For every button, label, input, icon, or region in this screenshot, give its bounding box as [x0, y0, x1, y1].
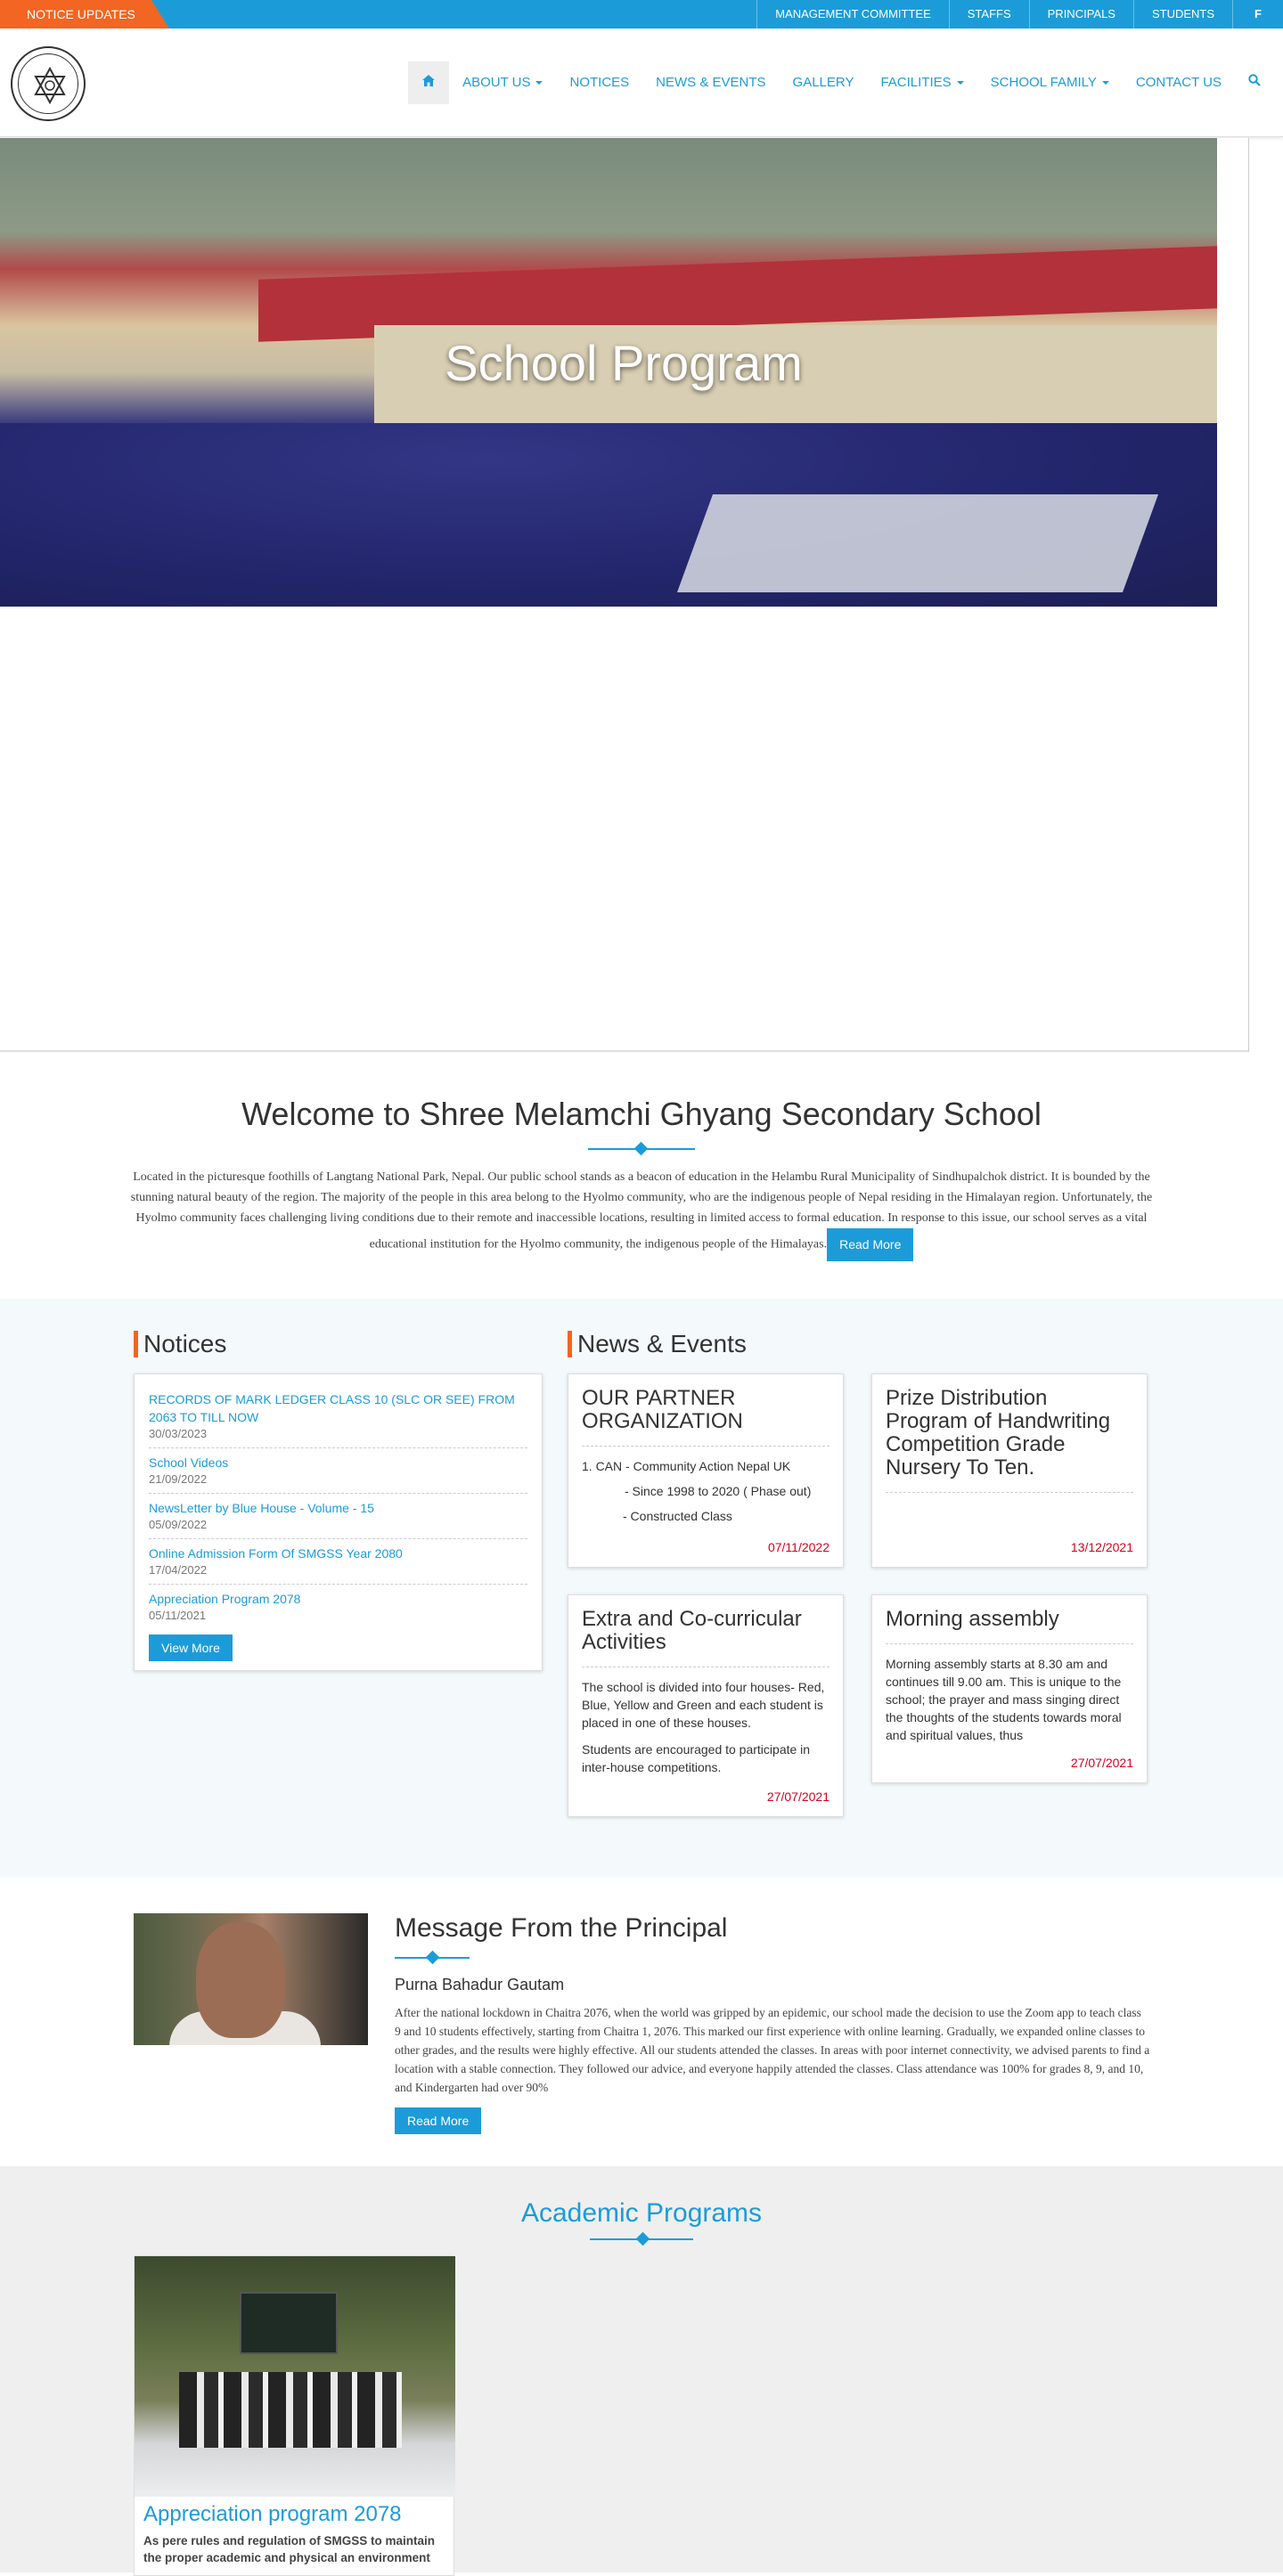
nav-facilities[interactable]: FACILITIES [867, 61, 977, 104]
nav-notices[interactable]: NOTICES [556, 61, 642, 104]
chevron-down-icon [535, 81, 543, 86]
program-image [135, 2256, 455, 2497]
news-card[interactable]: OUR PARTNER ORGANIZATION 1. CAN - Commun… [568, 1374, 844, 1568]
chevron-down-icon [1101, 81, 1109, 86]
news-card-text: Students are encouraged to participate i… [582, 1742, 811, 1774]
notice-updates-tab[interactable]: NOTICE UPDATES [0, 0, 169, 29]
principal-message: Message From the Principal Purna Bahadur… [395, 1913, 1150, 2134]
program-title[interactable]: Appreciation program 2078 [143, 2502, 402, 2527]
top-link-principals[interactable]: PRINCIPALS [1028, 0, 1133, 29]
nav-news-events[interactable]: NEWS & EVENTS [642, 61, 779, 104]
top-bar: NOTICE UPDATES MANAGEMENT COMMITTEE STAF… [0, 0, 1283, 29]
star-emblem-icon [34, 66, 66, 105]
principal-photo-face [196, 1922, 285, 2038]
academic-title: Academic Programs [520, 2198, 763, 2228]
chevron-down-icon [956, 81, 964, 86]
section-divider [588, 1140, 695, 1158]
nav-about-us-label: ABOUT US [462, 75, 531, 90]
news-card-text: - Constructed Class [623, 1509, 732, 1523]
news-card-text: The school is divided into four houses- … [582, 1680, 825, 1730]
list-item: RECORDS OF MARK LEDGER CLASS 10 (SLC OR … [149, 1387, 527, 1448]
home-icon [422, 75, 436, 86]
site-header: ABOUT US NOTICES NEWS & EVENTS GALLERY F… [0, 29, 1283, 137]
notice-link[interactable]: Online Admission Form Of SMGSS Year 2080 [149, 1545, 527, 1562]
welcome-read-more-button[interactable]: Read More [827, 1228, 914, 1261]
program-photo-sign [240, 2292, 338, 2354]
welcome-title: Welcome to Shree Melamchi Ghyang Seconda… [241, 1096, 1042, 1132]
program-card[interactable]: Appreciation program 2078 As pere rules … [134, 2255, 455, 2576]
news-card-title: Extra and Co-curricular Activities [582, 1608, 829, 1667]
section-divider [590, 2230, 693, 2248]
facebook-icon[interactable]: f [1232, 0, 1283, 29]
news-card-text: - Since 1998 to 2020 ( Phase out) [625, 1484, 812, 1498]
hero-title: School Program [445, 335, 803, 391]
news-card-title: Prize Distribution Program of Handwritin… [886, 1387, 1133, 1493]
nav-about-us[interactable]: ABOUT US [449, 61, 556, 104]
nav-home[interactable] [408, 61, 450, 104]
news-card-date: 07/11/2022 [767, 1540, 829, 1554]
notice-date: 17/04/2022 [149, 1563, 208, 1577]
nav-school-family-label: SCHOOL FAMILY [990, 75, 1097, 90]
news-card-text: 1. CAN - Community Action Nepal UK [582, 1459, 791, 1473]
notices-list: RECORDS OF MARK LEDGER CLASS 10 (SLC OR … [134, 1374, 543, 1671]
news-card-title: OUR PARTNER ORGANIZATION [582, 1387, 829, 1447]
notices-title: Notices [134, 1331, 226, 1357]
view-more-button[interactable]: View More [149, 1634, 233, 1661]
welcome-text: Located in the picturesque foothills of … [125, 1167, 1158, 1261]
principal-name: Purna Bahadur Gautam [395, 1976, 565, 1993]
news-card-title: Morning assembly [886, 1608, 1133, 1644]
academic-programs-section: Academic Programs Appreciation program 2… [0, 2166, 1283, 2576]
top-link-students[interactable]: STUDENTS [1132, 0, 1232, 29]
hero-photo-mats [676, 494, 1159, 592]
notice-link[interactable]: Appreciation Program 2078 [149, 1590, 527, 1608]
nav-contact-us[interactable]: CONTACT US [1123, 61, 1235, 104]
hero-slider: School Program [0, 138, 1249, 1052]
section-divider [395, 1949, 470, 1967]
news-card[interactable]: Extra and Co-curricular Activities The s… [568, 1594, 844, 1817]
notice-link[interactable]: RECORDS OF MARK LEDGER CLASS 10 (SLC OR … [149, 1390, 527, 1426]
news-card-date: 13/12/2021 [1070, 1540, 1133, 1554]
news-card-date: 27/07/2021 [766, 1789, 829, 1804]
hero-image[interactable]: School Program [0, 138, 1217, 607]
main-nav: ABOUT US NOTICES NEWS & EVENTS GALLERY F… [408, 61, 1274, 104]
top-link-management-committee[interactable]: MANAGEMENT COMMITTEE [756, 0, 949, 29]
notice-link[interactable]: NewsLetter by Blue House - Volume - 15 [149, 1499, 527, 1517]
notice-date: 30/03/2023 [149, 1427, 208, 1440]
list-item: Online Admission Form Of SMGSS Year 2080… [149, 1541, 527, 1585]
news-card[interactable]: Prize Distribution Program of Handwritin… [871, 1374, 1148, 1568]
news-card-date: 27/07/2021 [1070, 1756, 1133, 1770]
nav-facilities-label: FACILITIES [880, 75, 952, 90]
principal-photo [134, 1913, 368, 2045]
notice-date: 21/09/2022 [149, 1472, 208, 1486]
program-photo-people [179, 2372, 402, 2448]
notice-date: 05/09/2022 [149, 1518, 208, 1531]
top-links: MANAGEMENT COMMITTEE STAFFS PRINCIPALS S… [756, 0, 1283, 29]
notice-link[interactable]: School Videos [149, 1454, 527, 1471]
principal-title: Message From the Principal [395, 1913, 728, 1943]
notice-date: 05/11/2021 [149, 1609, 207, 1622]
search-icon [1248, 74, 1261, 86]
list-item: NewsLetter by Blue House - Volume - 15 05… [149, 1496, 527, 1539]
news-events-title: News & Events [568, 1331, 747, 1357]
list-item: Appreciation Program 2078 05/11/2021 [149, 1586, 527, 1629]
principal-text: After the national lockdown in Chaitra 2… [395, 2006, 1150, 2094]
nav-gallery[interactable]: GALLERY [780, 61, 868, 104]
school-logo[interactable] [11, 46, 86, 121]
welcome-body: Located in the picturesque foothills of … [130, 1170, 1153, 1251]
welcome-section: Welcome to Shree Melamchi Ghyang Seconda… [125, 1096, 1158, 1261]
news-card[interactable]: Morning assembly Morning assembly starts… [871, 1594, 1148, 1783]
nav-search[interactable] [1235, 61, 1274, 104]
principal-read-more-button[interactable]: Read More [395, 2107, 482, 2134]
program-text: As pere rules and regulation of SMGSS to… [143, 2534, 436, 2564]
news-card-text: Morning assembly starts at 8.30 am and c… [886, 1657, 1122, 1742]
list-item: School Videos 21/09/2022 [149, 1450, 527, 1494]
top-link-staffs[interactable]: STAFFS [948, 0, 1029, 29]
nav-school-family[interactable]: SCHOOL FAMILY [977, 61, 1123, 104]
